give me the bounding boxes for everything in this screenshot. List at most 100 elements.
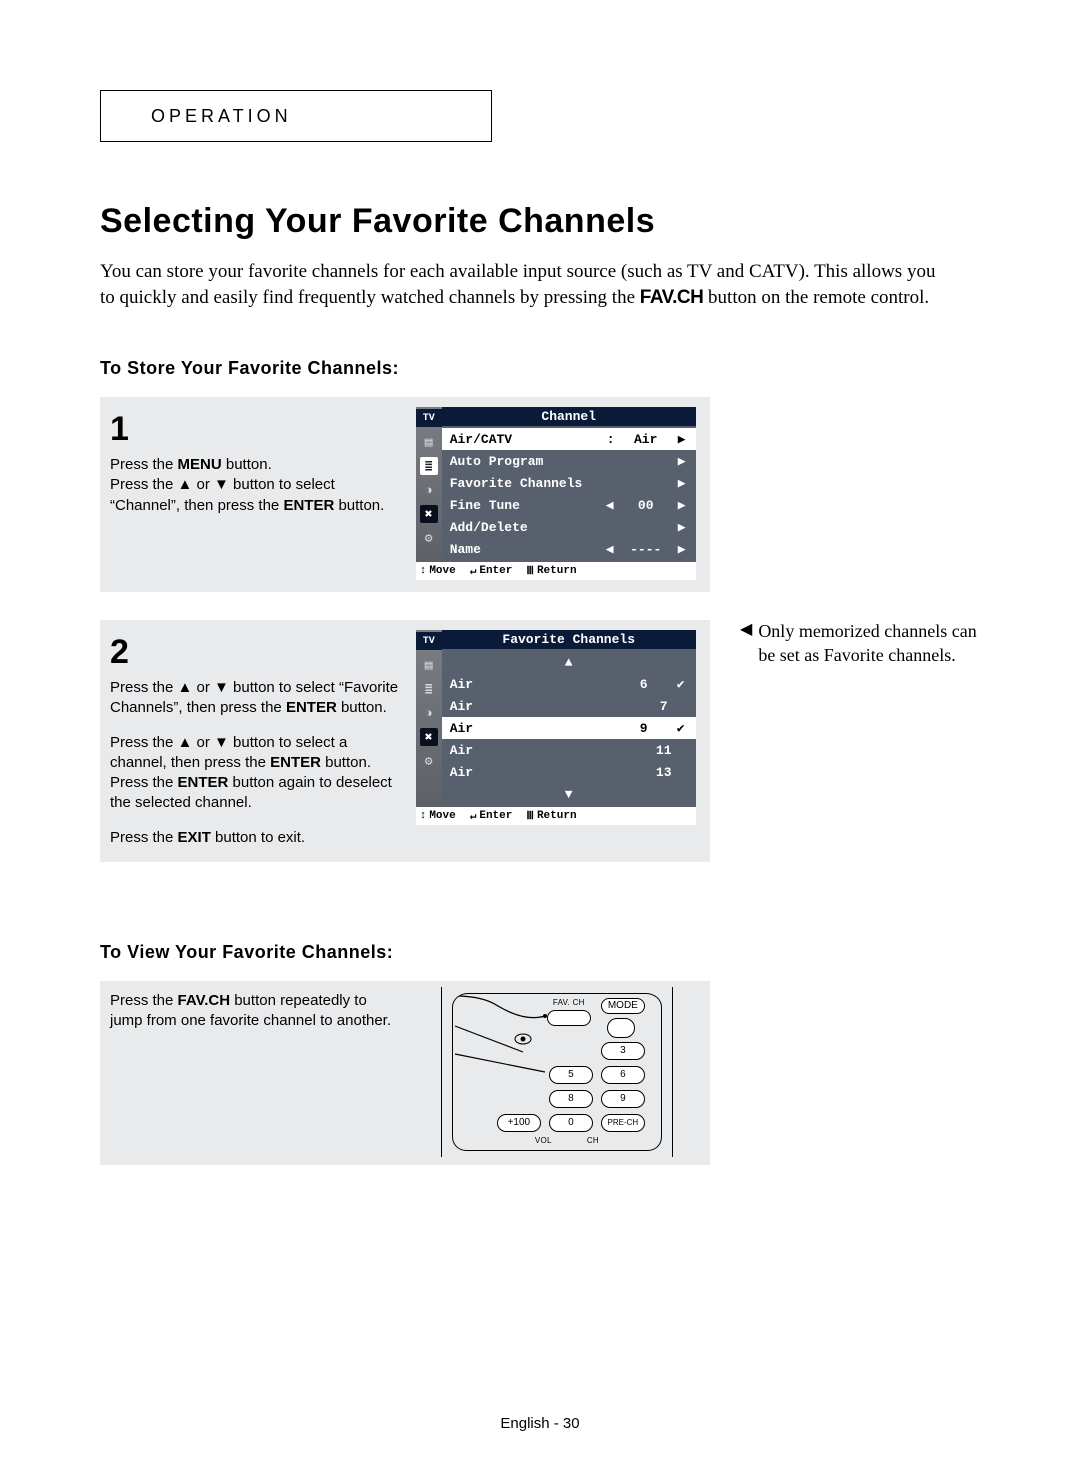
osd-channel-menu: TV ▤ ≣ ◑ ✖ ⚙ Channel Air/CATV:Air▶Auto P… <box>416 407 696 580</box>
intro-paragraph: You can store your favorite channels for… <box>100 259 940 310</box>
plus100-button[interactable]: +100 <box>497 1114 541 1132</box>
osd-title: Favorite Channels <box>442 630 696 649</box>
foot-return: Return <box>537 565 577 577</box>
osd-row: Air7 <box>442 695 696 717</box>
t: Press the <box>110 774 178 791</box>
osd-row-label: Air <box>450 743 634 758</box>
t: ENTER <box>178 774 229 791</box>
enter-icon: ↵ <box>470 809 477 823</box>
return-icon: Ⅲ <box>526 564 534 578</box>
favch-label: FAV. CH <box>553 998 585 1007</box>
osd-row-label: Air <box>450 677 614 692</box>
left-arrow-icon: ◀ <box>604 498 616 513</box>
osd-favorite-menu: TV ▤ ≣ ◑ ✖ ⚙ Favorite Channels ▲Air6✔Air… <box>416 630 696 825</box>
t: ENTER <box>286 699 337 716</box>
t: ENTER <box>270 754 321 771</box>
check-icon: ✔ <box>674 721 688 736</box>
osd-row-value: 7 <box>640 699 688 714</box>
osd-corner-tv: TV <box>416 409 442 427</box>
left-arrow-icon: ◀ <box>604 542 616 557</box>
eye-icon <box>513 1032 533 1046</box>
num-9-button[interactable]: 9 <box>601 1090 645 1108</box>
osd-row-value: 00 <box>622 498 670 513</box>
picture-icon: ▤ <box>420 433 438 451</box>
t: button. <box>321 754 371 771</box>
step-2-line-1: Press the ▲ or ▼ button to select “Favor… <box>110 678 402 719</box>
right-arrow-icon: ▶ <box>676 520 688 535</box>
left-triangle-icon: ◀ <box>740 620 752 667</box>
section-tab-label: OPERATION <box>151 106 292 127</box>
num-8-button[interactable]: 8 <box>549 1090 593 1108</box>
page-footer: English - 30 <box>0 1415 1080 1432</box>
callout-line-1 <box>453 1024 553 1084</box>
osd-row-label: Air <box>450 721 614 736</box>
foot-return: Return <box>537 810 577 822</box>
section-tab: OPERATION <box>100 90 492 142</box>
osd-row-label: Auto Program <box>450 454 670 469</box>
step-1-line-1: Press the MENU button. <box>110 455 402 475</box>
side-note-text: Only memorized channels can be set as Fa… <box>758 620 980 667</box>
osd-row-value: 6 <box>620 677 668 692</box>
prech-button[interactable]: PRE-CH <box>601 1114 645 1132</box>
picture-icon: ▤ <box>420 656 438 674</box>
favch-button[interactable] <box>547 1010 591 1026</box>
osd-row-label: Fine Tune <box>450 498 598 513</box>
mode-button[interactable]: MODE <box>601 998 645 1014</box>
t: MENU <box>178 456 222 473</box>
right-arrow-icon: ▶ <box>676 542 688 557</box>
num-5-button[interactable]: 5 <box>549 1066 593 1084</box>
step-2-panel: ◀ Only memorized channels can be set as … <box>100 620 710 862</box>
colon: : <box>606 432 616 447</box>
osd-corner-tv: TV <box>416 632 442 650</box>
step-1-line-2: Press the ▲ or ▼ button to select “Chann… <box>110 475 402 516</box>
check-icon: ✔ <box>674 677 688 692</box>
setup-icon: ✖ <box>420 728 438 746</box>
osd-row-label: Favorite Channels <box>450 476 670 491</box>
osd-row: Air 13 <box>442 761 696 783</box>
osd-row: Auto Program▶ <box>442 450 696 472</box>
t: Press the <box>110 456 178 473</box>
side-note: ◀ Only memorized channels can be set as … <box>740 620 980 667</box>
osd-row-label: Name <box>450 542 598 557</box>
sound-icon: ≣ <box>420 680 438 698</box>
vol-label: VOL <box>535 1136 552 1145</box>
t: FAV.CH <box>178 992 231 1009</box>
step-1-panel: 1 Press the MENU button. Press the ▲ or … <box>100 397 710 592</box>
t: Press the <box>110 829 178 846</box>
osd-rail: TV ▤ ≣ ◑ ✖ ⚙ <box>416 407 442 562</box>
osd-row-label: Air/CATV <box>450 432 600 447</box>
num-6-button[interactable]: 6 <box>601 1066 645 1084</box>
osd-row-value: ---- <box>622 542 670 557</box>
osd-row: Air 9 ✔ <box>442 717 696 739</box>
right-arrow-icon: ▶ <box>676 476 688 491</box>
osd-row-value: 11 <box>640 743 688 758</box>
osd-row: ▲ <box>442 651 696 673</box>
sliders-icon: ⚙ <box>420 752 438 770</box>
osd-rail: TV ▤ ≣ ◑ ✖ ⚙ <box>416 630 442 807</box>
step-3-line-1: Press the FAV.CH button repeatedly to ju… <box>110 991 402 1032</box>
osd-row-label: Air <box>450 765 634 780</box>
t: ENTER <box>283 497 334 514</box>
foot-enter: Enter <box>479 810 512 822</box>
t: button to exit. <box>211 829 305 846</box>
blank-button[interactable] <box>607 1018 635 1038</box>
osd-row-value: 9 <box>620 721 668 736</box>
intro-text-2: button on the remote control. <box>703 287 929 308</box>
num-0-button[interactable]: 0 <box>549 1114 593 1132</box>
page-title: Selecting Your Favorite Channels <box>100 202 980 241</box>
step-3-panel: Press the FAV.CH button repeatedly to ju… <box>100 981 710 1165</box>
t: Press the <box>110 992 178 1009</box>
osd-footer: ↕Move ↵Enter ⅢReturn <box>416 562 696 580</box>
osd-row-value: 13 <box>640 765 688 780</box>
step-1-number: 1 <box>110 407 402 453</box>
right-arrow-icon: ▶ <box>676 432 688 447</box>
enter-icon: ↵ <box>470 564 477 578</box>
intro-favch: FAV.CH <box>640 287 704 308</box>
store-subheading: To Store Your Favorite Channels: <box>100 358 980 379</box>
return-icon: Ⅲ <box>526 809 534 823</box>
osd-title: Channel <box>442 407 696 426</box>
step-2-line-2: Press the ▲ or ▼ button to select a chan… <box>110 733 402 774</box>
osd-row: ▼ <box>442 783 696 805</box>
t: button. <box>222 456 272 473</box>
num-3-button[interactable]: 3 <box>601 1042 645 1060</box>
